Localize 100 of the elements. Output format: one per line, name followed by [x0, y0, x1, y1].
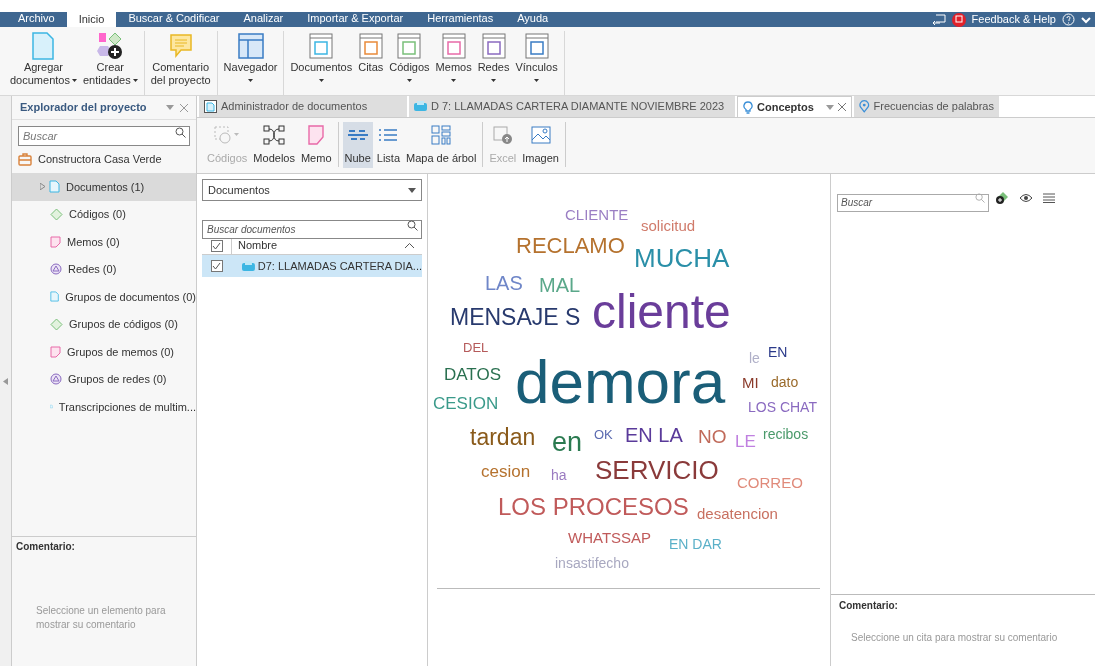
ribbon-button[interactable]: Códigos: [387, 31, 432, 82]
cloud-word: CLIENTE: [565, 206, 629, 222]
tree-item[interactable]: Grupos de memos (0): [12, 338, 196, 366]
cloud-word: MI: [742, 374, 759, 390]
document-icon: [50, 290, 60, 304]
pdf-file-icon: [241, 260, 255, 272]
tree-item[interactable]: Memos (0): [12, 228, 196, 256]
close-icon[interactable]: [838, 103, 846, 111]
dropdown-arrow-icon[interactable]: [166, 105, 174, 110]
menu-tab[interactable]: Ayuda: [505, 13, 561, 27]
column-header[interactable]: Nombre: [232, 237, 278, 254]
pane-icon: [358, 33, 383, 59]
pane-icon: [309, 33, 334, 59]
tree-item[interactable]: Grupos de documentos (0): [12, 283, 196, 311]
pane-icon: [481, 33, 506, 59]
comment-title: Comentario:: [15, 540, 76, 554]
map-pin-icon: [859, 100, 870, 113]
ribbon-button[interactable]: Navegador: [221, 31, 280, 82]
feedback-link[interactable]: Feedback & Help: [971, 14, 1056, 25]
cloud-word: insastifecho: [555, 556, 629, 570]
comment-icon: [168, 33, 193, 59]
toolbar-button[interactable]: Nube: [342, 122, 373, 168]
cloud-word: DEL: [463, 340, 489, 354]
cloud-word: le: [749, 351, 760, 365]
pane-icon: [441, 33, 466, 59]
cloud-word: EN: [768, 345, 788, 359]
cloud-word: LOS PROCESOS: [498, 495, 689, 519]
tree-item[interactable]: Grupos de códigos (0): [12, 310, 196, 338]
cloud-word: LE: [735, 432, 756, 450]
spreadsheet-export-icon: [492, 125, 513, 145]
cloud-word: DATOS: [444, 365, 501, 383]
collapse-arrow-icon[interactable]: [3, 377, 8, 385]
toolbar-button[interactable]: Lista: [374, 122, 403, 168]
add-code-icon[interactable]: [995, 191, 1009, 205]
checkbox[interactable]: [210, 260, 223, 272]
checkbox[interactable]: [210, 239, 223, 252]
tree-item[interactable]: Transcripciones de multim...: [12, 393, 196, 421]
ribbon-button[interactable]: Agregar documentos: [8, 31, 79, 87]
code-select-icon: [214, 125, 241, 145]
document-tab[interactable]: Frecuencias de palabras: [854, 96, 999, 117]
menu-icon[interactable]: [1043, 193, 1055, 203]
cloud-word: WHATSSAP: [568, 529, 652, 545]
document-tab[interactable]: Administrador de documentos: [199, 96, 407, 117]
help-icon[interactable]: [1062, 13, 1075, 26]
ribbon-button[interactable]: Citas: [356, 31, 386, 74]
toolbar-button[interactable]: Mapa de árbol: [404, 122, 479, 168]
document-icon: [31, 32, 56, 60]
search-field[interactable]: Buscar: [837, 193, 989, 212]
cloud-word: EN LA: [625, 425, 683, 445]
tree-item[interactable]: Redes (0): [12, 255, 196, 283]
documents-dropdown[interactable]: Documentos: [202, 179, 422, 201]
create-entities-icon: [96, 32, 125, 60]
network-icon: [50, 263, 62, 276]
project-name: Constructora Casa Verde: [38, 151, 162, 167]
toolbar-button[interactable]: Modelos: [251, 122, 297, 168]
tree-item[interactable]: Códigos (0): [12, 200, 196, 228]
chevron-down-icon[interactable]: [1081, 15, 1091, 24]
comment-hint: Seleccione un cita para mostrar su comentario: [850, 631, 1059, 645]
ribbon-button[interactable]: Crear entidades: [80, 31, 140, 87]
ribbon-button[interactable]: Redes: [475, 31, 512, 82]
ribbon-button[interactable]: Vínculos: [513, 31, 560, 82]
cloud-word: tardan: [470, 425, 536, 449]
cloud-word: CORREO: [737, 474, 803, 490]
memo-icon: [50, 345, 61, 358]
pane-icon: [397, 33, 422, 59]
ribbon-button[interactable]: Comentario del proyecto: [148, 31, 213, 87]
expand-arrow-icon[interactable]: [40, 183, 45, 191]
search-icon: [407, 220, 418, 231]
cloud-word: MAL: [539, 275, 581, 295]
document-row[interactable]: D7: LLAMADAS CARTERA DIA...: [202, 255, 422, 277]
ribbon-button[interactable]: Documentos: [288, 31, 355, 82]
document-tab[interactable]: D 7: LLAMADAS CARTERA DIAMANTE NOVIEMBRE 2023: [409, 96, 735, 117]
menu-tab[interactable]: Inicio: [66, 12, 117, 27]
dropdown-arrow-icon[interactable]: [826, 104, 834, 110]
tree-item[interactable]: Documentos (1): [12, 173, 196, 201]
menu-tab[interactable]: Archivo: [6, 13, 67, 27]
word-cloud-icon: [346, 127, 369, 143]
sort-ascending-icon[interactable]: [405, 243, 414, 248]
menu-tab[interactable]: Buscar & Codificar: [116, 13, 232, 27]
document-tab[interactable]: Conceptos: [737, 96, 852, 117]
tree-item[interactable]: Grupos de redes (0): [12, 365, 196, 393]
cloud-word: LAS: [485, 273, 523, 293]
toolbar-button[interactable]: Imagen: [520, 122, 561, 168]
search-field[interactable]: Buscar documentos: [202, 220, 422, 239]
menu-tab[interactable]: Herramientas: [415, 13, 506, 27]
list-icon: [379, 128, 398, 142]
toolbar-button[interactable]: Memo: [298, 122, 334, 168]
cloud-word: LOS CHAT: [748, 400, 817, 414]
cloud-word: recibos: [763, 427, 809, 441]
close-icon[interactable]: [180, 103, 188, 112]
cloud-word: MENSAJE S: [450, 305, 581, 329]
memo-icon: [50, 235, 61, 248]
search-field[interactable]: Buscar: [18, 126, 190, 146]
ribbon-button[interactable]: Memos: [433, 31, 474, 82]
cloud-word: solicitud: [641, 217, 696, 233]
cloud-word: demora: [515, 351, 726, 413]
menu-tab[interactable]: Analizar: [231, 13, 296, 27]
eye-icon[interactable]: [1019, 193, 1033, 203]
document-icon: [49, 180, 60, 194]
menu-tab[interactable]: Importar & Exportar: [295, 13, 416, 27]
